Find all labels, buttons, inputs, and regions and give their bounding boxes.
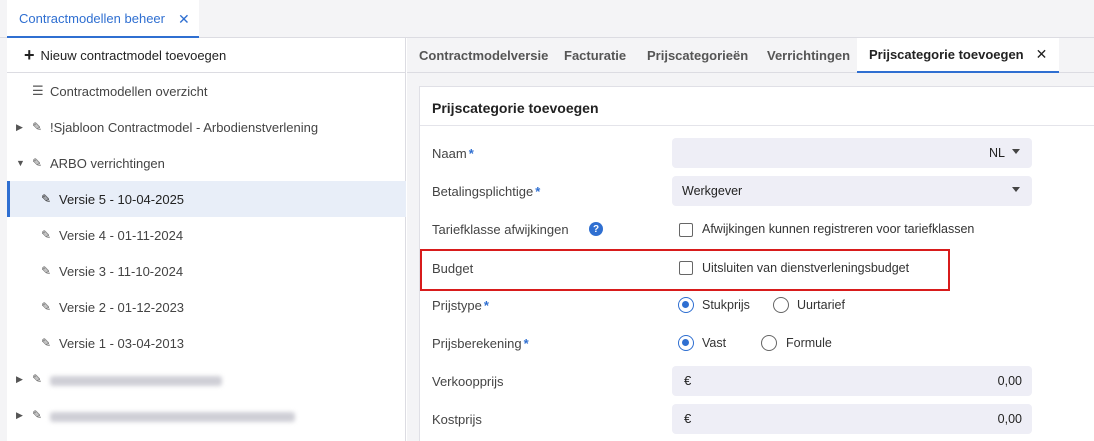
tree-item-arbo-verrichtingen[interactable]: ▼ ✎ ARBO verrichtingen	[7, 145, 406, 181]
left-gutter	[0, 38, 7, 441]
tab-label: Contractmodellen beheer	[19, 10, 165, 26]
required-mark: *	[468, 146, 474, 161]
required-mark: *	[535, 184, 541, 199]
tab-prijscategorie-toevoegen[interactable]: Prijscategorie toevoegen ✕	[857, 38, 1060, 73]
prijstype-stukprijs-label: Stukprijs	[702, 298, 750, 312]
tree-item-redacted-1[interactable]: ▶ ✎	[7, 361, 406, 397]
redacted-text	[50, 374, 222, 389]
betalingsplichtige-label: Betalingsplichtige *	[432, 184, 541, 199]
title-divider	[420, 125, 1094, 126]
tree-item-versie-2[interactable]: ✎ Versie 2 - 01-12-2023	[7, 289, 406, 325]
overview-label: Contractmodellen overzicht	[50, 83, 208, 99]
tree-item-versie-4[interactable]: ✎ Versie 4 - 01-11-2024	[7, 217, 406, 253]
chevron-right-icon[interactable]: ▶	[16, 410, 23, 421]
document-edit-icon: ✎	[41, 264, 52, 278]
chevron-down-icon	[1012, 187, 1020, 192]
betalingsplichtige-value: Werkgever	[682, 184, 743, 198]
overview-link[interactable]: ☰ Contractmodellen overzicht	[7, 73, 406, 109]
verkoopprijs-value: 0,00	[997, 374, 1022, 388]
euro-icon: €	[684, 411, 692, 426]
tree-item-versie-1[interactable]: ✎ Versie 1 - 03-04-2013	[7, 325, 406, 361]
naam-label: Naam *	[432, 146, 474, 161]
kostprijs-label: Kostprijs	[432, 412, 482, 427]
help-icon[interactable]: ?	[589, 222, 603, 236]
document-edit-icon: ✎	[41, 336, 52, 350]
budget-checkbox[interactable]	[679, 261, 693, 275]
document-edit-icon: ✎	[41, 192, 52, 206]
tree-item-versie-3[interactable]: ✎ Versie 3 - 11-10-2024	[7, 253, 406, 289]
chevron-down-icon[interactable]: ▼	[16, 158, 25, 168]
budget-label: Budget	[432, 261, 474, 276]
tree-item-label: !Sjabloon Contractmodel - Arbodienstverl…	[50, 119, 319, 135]
redacted-text	[50, 410, 295, 425]
tab-contractmodelversie[interactable]: Contractmodelversie	[419, 38, 548, 73]
prijsberekening-formule-radio[interactable]	[761, 335, 777, 351]
tree-item-label: Versie 5 - 10-04-2025	[59, 191, 185, 207]
naam-language-value: NL	[989, 146, 1005, 160]
list-icon: ☰	[32, 83, 44, 98]
tariefklasse-checkbox[interactable]	[679, 223, 693, 237]
document-edit-icon: ✎	[41, 228, 52, 242]
chevron-right-icon[interactable]: ▶	[16, 374, 23, 385]
document-edit-icon: ✎	[32, 120, 43, 134]
kostprijs-input[interactable]: € 0,00	[672, 404, 1032, 434]
tree-item-versie-5[interactable]: ✎ Versie 5 - 10-04-2025	[7, 181, 406, 217]
tree-item-redacted-2[interactable]: ▶ ✎	[7, 397, 406, 433]
prijstype-stukprijs-radio[interactable]	[678, 297, 694, 313]
tree-item-label: Versie 4 - 01-11-2024	[59, 227, 184, 243]
sidebar: + Nieuw contractmodel toevoegen ☰ Contra…	[7, 38, 406, 441]
page-title: Prijscategorie toevoegen	[432, 100, 599, 116]
required-mark: *	[523, 336, 529, 351]
new-contractmodel-label: Nieuw contractmodel toevoegen	[40, 47, 227, 63]
required-mark: *	[483, 298, 489, 313]
prijsberekening-label: Prijsberekening *	[432, 336, 529, 351]
close-icon[interactable]: ✕	[178, 11, 190, 28]
document-edit-icon: ✎	[41, 300, 52, 314]
chevron-right-icon[interactable]: ▶	[16, 122, 23, 133]
tree-item-label: Versie 3 - 11-10-2024	[59, 263, 184, 279]
tariefklasse-label: Tariefklasse afwijkingen	[432, 222, 569, 237]
new-contractmodel-button[interactable]: + Nieuw contractmodel toevoegen	[7, 38, 406, 73]
tab-label: Prijscategorie toevoegen	[869, 47, 1024, 62]
tab-label: Facturatie	[564, 48, 627, 63]
document-edit-icon: ✎	[32, 408, 43, 422]
kostprijs-value: 0,00	[997, 412, 1022, 426]
naam-language-select[interactable]: NL	[672, 138, 1032, 168]
tariefklasse-checkbox-label: Afwijkingen kunnen registreren voor tari…	[702, 222, 975, 236]
prijstype-uurtarief-label: Uurtarief	[797, 298, 845, 312]
budget-checkbox-label: Uitsluiten van dienstverleningsbudget	[702, 261, 910, 275]
tab-prijscategorieen[interactable]: Prijscategorieën	[647, 38, 748, 73]
tree-item-label: Versie 2 - 01-12-2023	[59, 299, 185, 315]
tab-facturatie[interactable]: Facturatie	[564, 38, 626, 73]
close-icon[interactable]: ✕	[1036, 46, 1048, 63]
betalingsplichtige-select[interactable]: Werkgever	[672, 176, 1032, 206]
tab-label: Verrichtingen	[767, 48, 851, 63]
prijstype-label: Prijstype *	[432, 298, 489, 313]
euro-icon: €	[684, 373, 692, 388]
tab-verrichtingen[interactable]: Verrichtingen	[767, 38, 850, 73]
tab-contractmodellen-beheer[interactable]: Contractmodellen beheer ✕	[7, 0, 199, 38]
plus-icon: +	[24, 45, 35, 65]
prijsberekening-formule-label: Formule	[786, 336, 832, 350]
verkoopprijs-label: Verkoopprijs	[432, 374, 504, 389]
detail-tab-bar: Contractmodelversie Facturatie Prijscate…	[407, 38, 1094, 73]
tree-item-label: ARBO verrichtingen	[50, 155, 165, 171]
tree-item-label: Versie 1 - 03-04-2013	[59, 335, 185, 351]
chevron-down-icon	[1012, 149, 1020, 154]
tab-label: Prijscategorieën	[647, 48, 749, 63]
document-edit-icon: ✎	[32, 372, 43, 386]
verkoopprijs-input[interactable]: € 0,00	[672, 366, 1032, 396]
document-edit-icon: ✎	[32, 156, 43, 170]
prijsberekening-vast-label: Vast	[702, 336, 727, 350]
prijstype-uurtarief-radio[interactable]	[773, 297, 789, 313]
tree-item-sjabloon[interactable]: ▶ ✎ !Sjabloon Contractmodel - Arbodienst…	[7, 109, 406, 145]
top-tab-bar: Contractmodellen beheer ✕	[0, 0, 1094, 38]
prijsberekening-vast-radio[interactable]	[678, 335, 694, 351]
tab-label: Contractmodelversie	[419, 48, 549, 63]
